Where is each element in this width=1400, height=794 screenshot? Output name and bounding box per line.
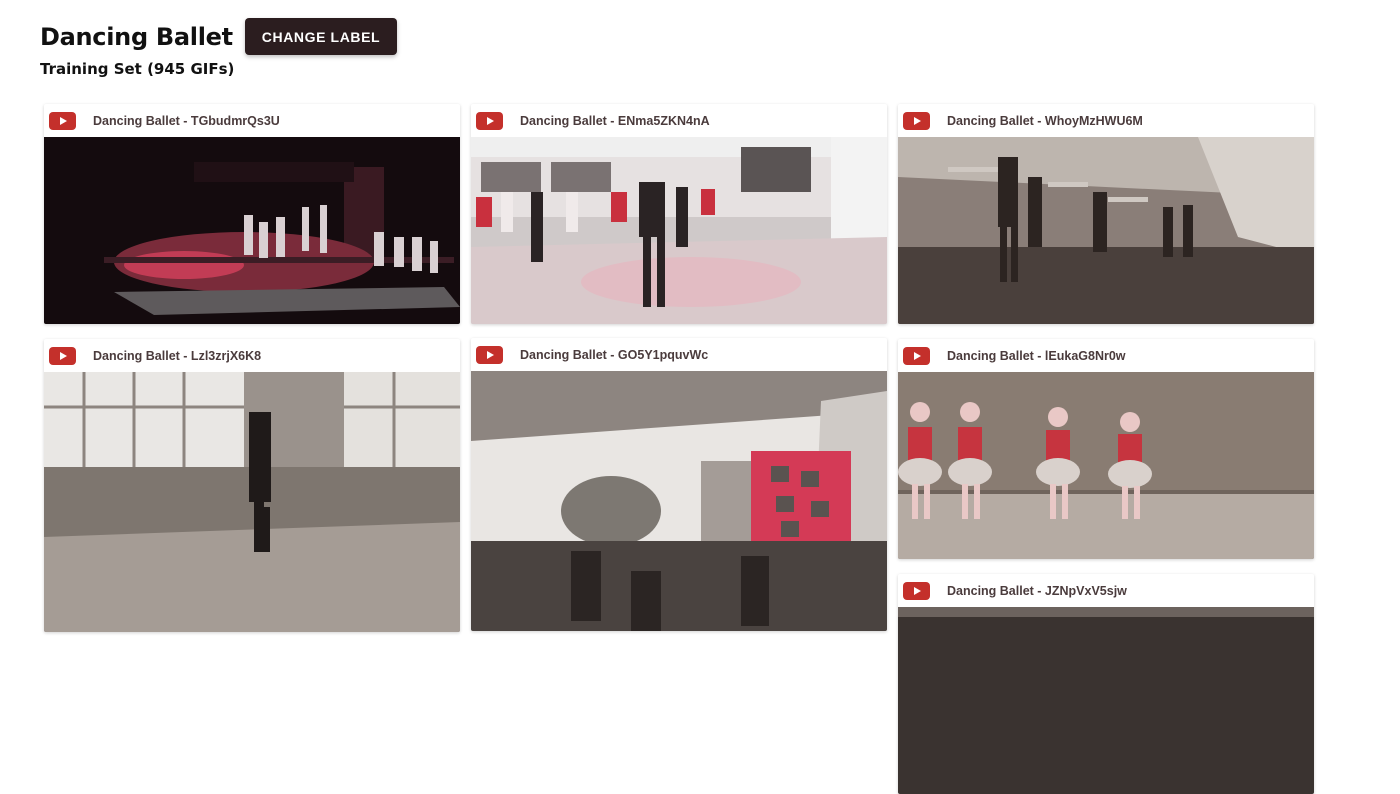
youtube-icon[interactable] [49,346,76,365]
gif-thumbnail[interactable] [898,137,1314,324]
card-header: Dancing Ballet - lEukaG8Nr0w [898,339,1314,372]
training-set-subtitle: Training Set (945 GIFs) [40,60,235,78]
gif-thumbnail[interactable] [44,137,460,324]
card-label: Dancing Ballet - TGbudmrQs3U [93,113,280,128]
youtube-icon[interactable] [49,111,76,130]
youtube-icon[interactable] [903,581,930,600]
card-header: Dancing Ballet - GO5Y1pquvWc [471,338,887,371]
youtube-icon[interactable] [903,346,930,365]
card-label: Dancing Ballet - GO5Y1pquvWc [520,347,709,362]
card-header: Dancing Ballet - WhoyMzHWU6M [898,104,1314,137]
gif-card[interactable]: Dancing Ballet - lEukaG8Nr0w [898,339,1314,559]
gif-card[interactable]: Dancing Ballet - GO5Y1pquvWc [471,338,887,631]
youtube-icon[interactable] [903,111,930,130]
youtube-icon[interactable] [476,111,503,130]
card-label: Dancing Ballet - ENma5ZKN4nA [520,113,710,128]
gif-thumbnail[interactable] [471,137,887,324]
page-title: Dancing Ballet [40,22,233,51]
card-label: Dancing Ballet - JZNpVxV5sjw [947,583,1127,598]
gif-thumbnail[interactable] [44,372,460,632]
card-label: Dancing Ballet - WhoyMzHWU6M [947,113,1143,128]
gif-card[interactable]: Dancing Ballet - TGbudmrQs3U [44,104,460,324]
gif-thumbnail[interactable] [471,371,887,631]
card-header: Dancing Ballet - TGbudmrQs3U [44,104,460,137]
youtube-icon[interactable] [476,345,503,364]
page-header: Dancing Ballet CHANGE LABEL Training Set… [40,18,398,78]
gif-thumbnail[interactable] [898,607,1314,794]
gif-card[interactable]: Dancing Ballet - WhoyMzHWU6M [898,104,1314,324]
card-label: Dancing Ballet - Lzl3zrjX6K8 [93,348,262,363]
change-label-button[interactable]: CHANGE LABEL [244,18,398,55]
title-row: Dancing Ballet CHANGE LABEL [40,18,398,55]
gif-card[interactable]: Dancing Ballet - JZNpVxV5sjw [898,574,1314,794]
card-header: Dancing Ballet - Lzl3zrjX6K8 [44,339,460,372]
gif-card[interactable]: Dancing Ballet - Lzl3zrjX6K8 [44,339,460,632]
card-header: Dancing Ballet - ENma5ZKN4nA [471,104,887,137]
gif-card[interactable]: Dancing Ballet - ENma5ZKN4nA [471,104,887,324]
gif-thumbnail[interactable] [898,372,1314,559]
card-header: Dancing Ballet - JZNpVxV5sjw [898,574,1314,607]
card-label: Dancing Ballet - lEukaG8Nr0w [947,348,1126,363]
